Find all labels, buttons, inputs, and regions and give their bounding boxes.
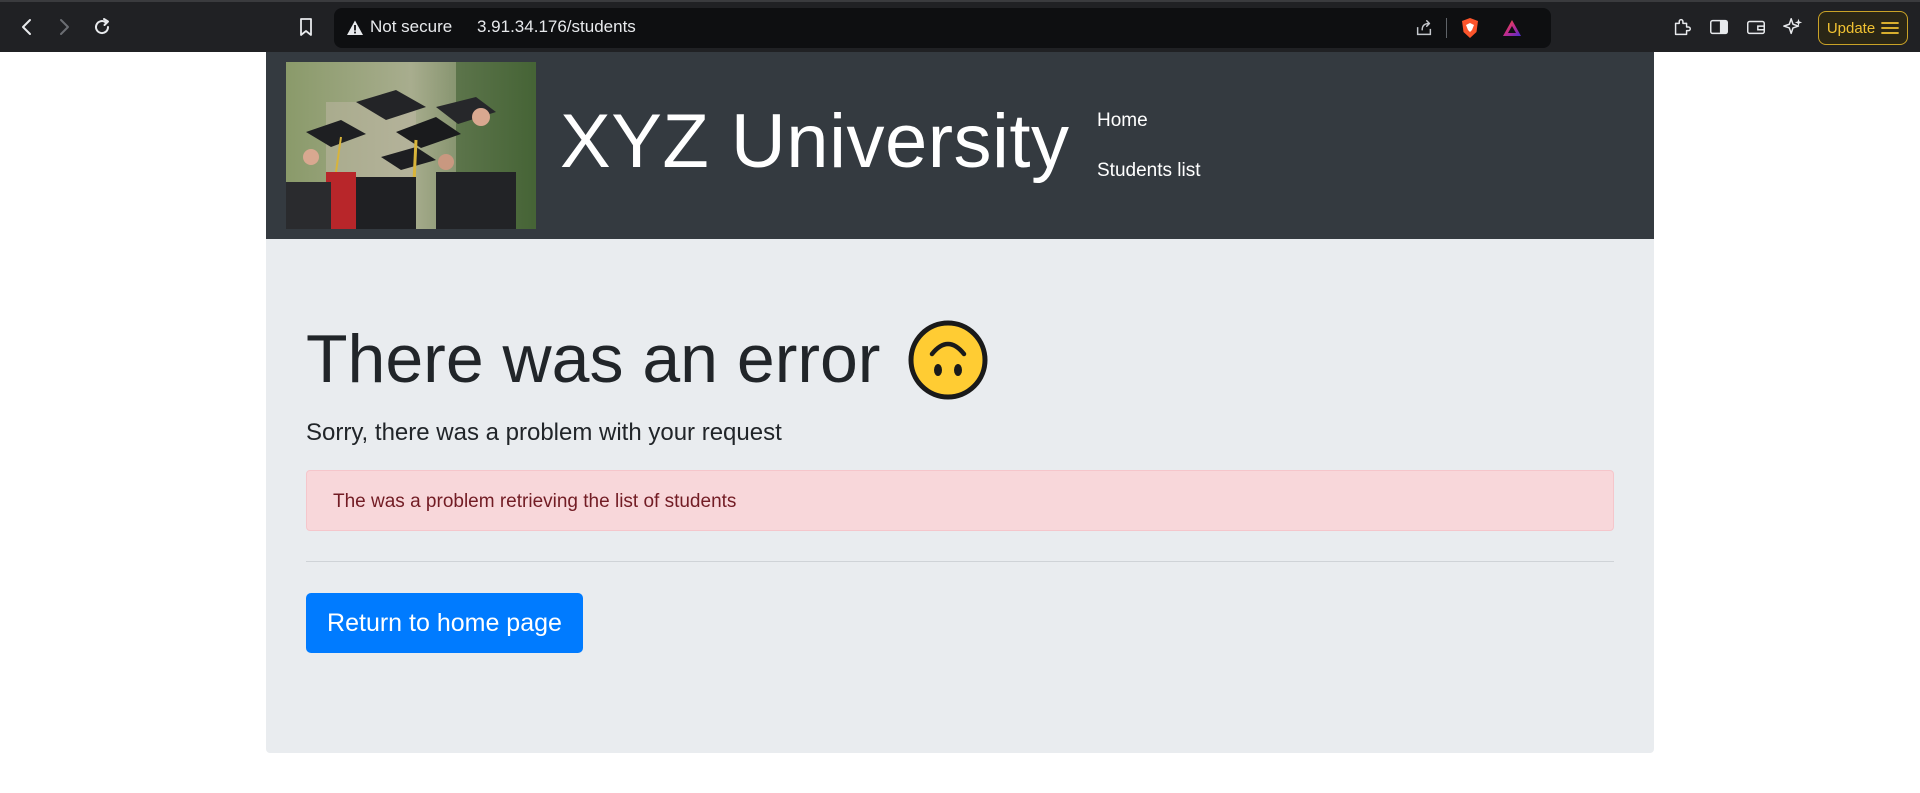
alert-danger: The was a problem retrieving the list of… bbox=[306, 470, 1614, 531]
error-title-text: There was an error bbox=[306, 321, 881, 397]
divider bbox=[306, 561, 1614, 562]
bookmark-icon[interactable] bbox=[291, 12, 321, 42]
update-label: Update bbox=[1826, 19, 1876, 37]
nav-link-students-list[interactable]: Students list bbox=[1097, 160, 1201, 182]
graduation-caps-photo bbox=[286, 62, 536, 229]
warning-icon[interactable] bbox=[346, 19, 364, 37]
url-text[interactable]: 3.91.34.176/students bbox=[477, 17, 636, 37]
error-lead: Sorry, there was a problem with your req… bbox=[306, 419, 782, 446]
menu-icon bbox=[1881, 22, 1900, 34]
security-label[interactable]: Not secure bbox=[370, 17, 452, 37]
wallet-icon[interactable] bbox=[1744, 15, 1768, 39]
site-header: XYZ University Home Students list bbox=[266, 52, 1654, 239]
url-divider bbox=[1446, 18, 1447, 38]
share-icon[interactable] bbox=[1413, 17, 1435, 39]
browser-toolbar: Not secure 3.91.34.176/students Update bbox=[0, 0, 1920, 52]
error-heading: There was an error bbox=[306, 319, 988, 401]
leo-ai-icon[interactable] bbox=[1781, 15, 1805, 39]
extensions-icon[interactable] bbox=[1670, 15, 1694, 39]
upside-down-face-icon bbox=[908, 320, 988, 400]
forward-icon[interactable] bbox=[49, 12, 79, 42]
brave-rewards-icon[interactable] bbox=[1501, 17, 1523, 39]
back-icon[interactable] bbox=[12, 12, 42, 42]
site-title: XYZ University bbox=[560, 99, 1070, 184]
address-bar[interactable]: Not secure 3.91.34.176/students bbox=[334, 8, 1551, 48]
alert-text: The was a problem retrieving the list of… bbox=[333, 491, 737, 512]
page-container: XYZ University Home Students list There … bbox=[266, 52, 1654, 753]
reload-icon[interactable] bbox=[87, 12, 117, 42]
sidebar-icon[interactable] bbox=[1707, 15, 1731, 39]
error-jumbotron: There was an error Sorry, there was a pr… bbox=[266, 239, 1654, 753]
brave-shield-icon[interactable] bbox=[1459, 17, 1481, 39]
nav-link-home[interactable]: Home bbox=[1097, 110, 1148, 132]
return-home-button[interactable]: Return to home page bbox=[306, 593, 583, 653]
update-button[interactable]: Update bbox=[1818, 11, 1908, 45]
